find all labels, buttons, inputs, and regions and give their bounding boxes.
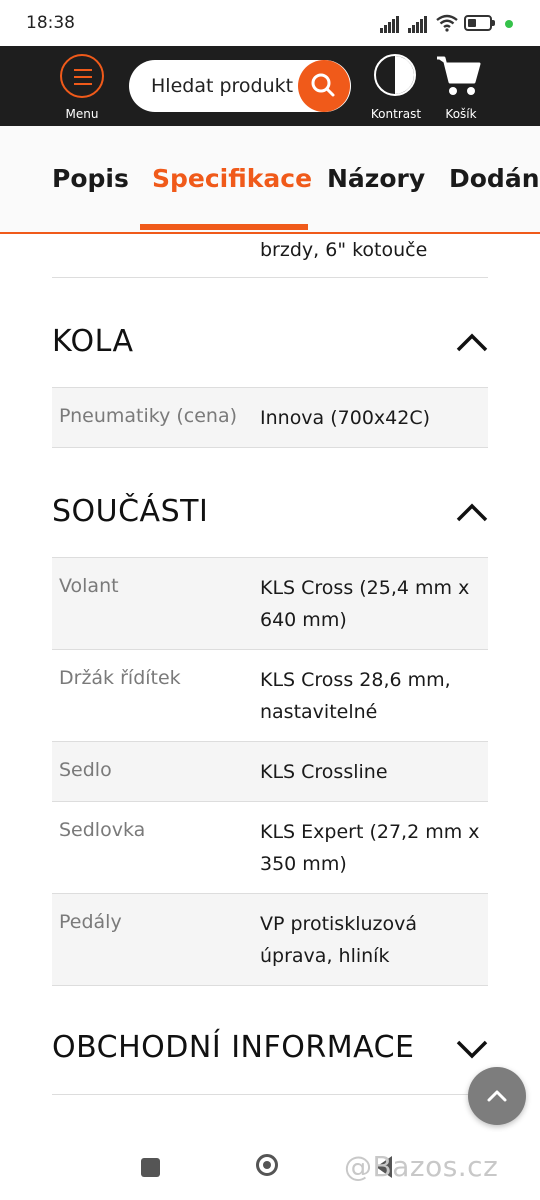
spec-value: VP protiskluzová úprava, hliník	[260, 913, 418, 967]
spec-label: Držák řídítek	[59, 667, 181, 689]
tab-popis[interactable]: Popis	[52, 164, 129, 193]
active-tab-indicator	[140, 224, 308, 230]
spec-value: KLS Cross (25,4 mm x 640 mm)	[260, 577, 470, 631]
divider	[52, 1094, 488, 1095]
section-title-kola[interactable]: KOLA	[52, 324, 134, 359]
spec-row: Sedlovka KLS Expert (27,2 mm x 350 mm)	[52, 802, 488, 894]
watermark: @Bazos.cz	[344, 1150, 499, 1183]
tab-dodani[interactable]: Dodání	[449, 164, 540, 193]
menu-button[interactable]	[60, 54, 104, 98]
spec-label: Sedlo	[59, 759, 112, 781]
spec-row: Sedlo KLS Crossline	[52, 742, 488, 802]
search-input[interactable]	[151, 60, 301, 112]
menu-label: Menu	[65, 107, 99, 121]
spec-label: Volant	[59, 575, 119, 597]
spec-row: Pneumatiky (cena) Innova (700x42C)	[52, 388, 488, 448]
spec-value: Innova (700x42C)	[260, 407, 431, 429]
section-title-soucasti[interactable]: SOUČÁSTI	[52, 494, 208, 529]
tab-specifikace[interactable]: Specifikace	[152, 164, 312, 193]
chevron-up-icon	[487, 1090, 507, 1102]
spec-value: KLS Crossline	[260, 761, 388, 783]
spec-label: Pedály	[59, 911, 122, 933]
search-icon	[311, 73, 335, 97]
spec-row: Pedály VP protiskluzová úprava, hliník	[52, 894, 488, 986]
product-tabs: Popis Specifikace Názory Dodání	[0, 126, 540, 234]
home-button[interactable]	[256, 1154, 278, 1176]
chevron-up-icon[interactable]	[456, 328, 488, 358]
chevron-up-icon[interactable]	[456, 498, 488, 528]
battery-tip	[492, 20, 495, 26]
contrast-icon[interactable]	[374, 54, 416, 96]
cart-label: Košík	[445, 107, 477, 121]
spec-row-partial: brzdy, 6" kotouče	[52, 234, 488, 278]
signal-icon-2	[408, 14, 428, 33]
wifi-icon	[436, 14, 458, 32]
spec-value: KLS Cross 28,6 mm, nastavitelné	[260, 669, 451, 723]
section-title-obchodni-informace[interactable]: OBCHODNÍ INFORMACE	[52, 1030, 415, 1065]
cart-icon[interactable]	[434, 52, 482, 98]
spec-row: Volant KLS Cross (25,4 mm x 640 mm)	[52, 558, 488, 650]
contrast-label: Kontrast	[370, 107, 422, 121]
battery-icon	[464, 15, 492, 31]
spec-value: KLS Expert (27,2 mm x 350 mm)	[260, 821, 480, 875]
tab-nazory[interactable]: Názory	[327, 164, 425, 193]
status-dot	[505, 20, 513, 28]
spec-label: Sedlovka	[59, 819, 146, 841]
scroll-to-top-button[interactable]	[468, 1067, 526, 1125]
spec-value: brzdy, 6" kotouče	[260, 239, 428, 261]
status-time: 18:38	[26, 13, 75, 33]
chevron-down-icon[interactable]	[456, 1034, 488, 1064]
signal-icon	[380, 14, 400, 33]
status-bar: 18:38	[0, 0, 540, 46]
recent-apps-button[interactable]	[141, 1158, 160, 1177]
spec-row: Držák řídítek KLS Cross 28,6 mm, nastavi…	[52, 650, 488, 742]
spec-label: Pneumatiky (cena)	[59, 405, 238, 427]
site-header: Menu Kontrast Košík	[0, 46, 540, 126]
search-button[interactable]	[298, 60, 350, 112]
